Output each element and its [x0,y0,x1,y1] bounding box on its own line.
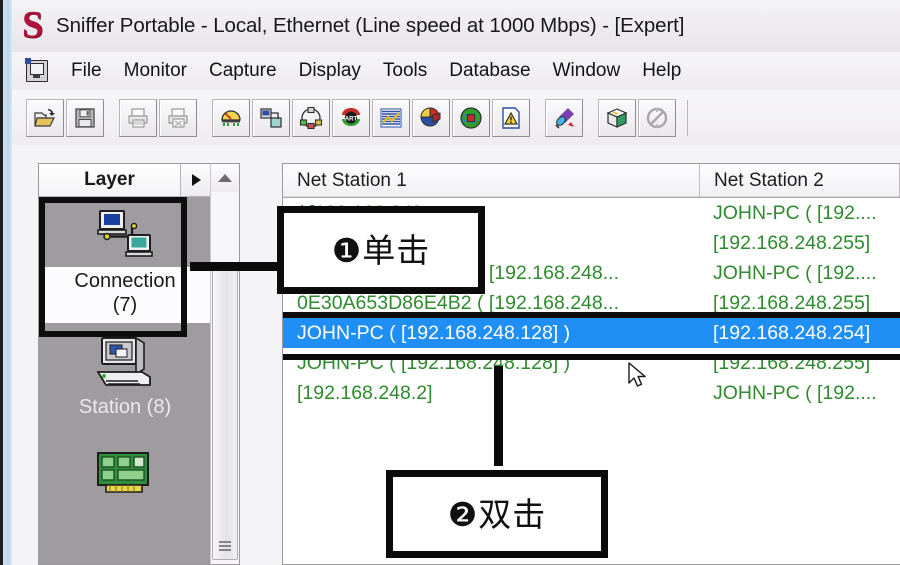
annotation-step-1: ❶单击 [277,206,485,294]
svg-text:ART: ART [345,116,358,122]
capture-start-icon[interactable] [545,98,583,137]
cell-net-station-1: JOHN-PC ( [192.168.248.128] ) [297,351,571,374]
sidebar-connection-text: Connection [74,270,176,292]
protocol-chart-icon[interactable] [372,98,410,137]
toolbar-group-expert: ART [211,98,531,137]
column-header-net-station-1[interactable]: Net Station 1 [283,164,700,197]
open-folder-icon[interactable] [26,98,64,137]
chevron-right-icon[interactable] [181,164,211,196]
expert-book-icon[interactable] [598,98,636,137]
toolbar-group-capture [544,98,584,137]
menu-item-database[interactable]: Database [438,58,541,84]
logo-letter: S [22,4,44,46]
cell-net-station-2: [192.168.248.254] [713,321,871,344]
save-disk-icon[interactable] [66,98,104,137]
toolbar-group-expert-book [597,98,677,137]
table-row[interactable]: JOHN-PC ( [192.168.248.128] ) [192.168.2… [283,348,900,378]
menu-item-window[interactable]: Window [542,58,632,84]
layer-header-label: Layer [39,164,181,196]
cell-net-station-2: [192.168.248.255] [713,231,871,254]
annotation-step-1-text: ❶单击 [331,230,431,270]
layer-header: Layer [39,164,211,197]
toolbar: ART [12,90,900,146]
connector-line-step1-horizontal [190,262,290,271]
monitor-dashboard-icon[interactable] [212,98,250,137]
table-row-selected[interactable]: JOHN-PC ( [192.168.248.128] ) [192.168.2… [283,318,900,348]
stop-capture-icon[interactable] [638,98,676,137]
cell-net-station-1: JOHN-PC ( [192.168.248.128] ) [297,321,571,344]
menu-bar: File Monitor Capture Display Tools Datab… [12,52,900,91]
toolbar-group-file [25,98,105,137]
annotation-step-2-text: ❷双击 [447,494,547,534]
menu-item-help[interactable]: Help [631,58,692,84]
window-glass-border [3,0,12,565]
cell-net-station-2: JOHN-PC ( [192.... [713,201,877,224]
cell-net-station-1: 0E30A653D86E4B2 ( [192.168.248... [297,291,619,314]
cell-net-station-2: [192.168.248.255] [713,351,871,374]
connector-line-step2-vertical [494,366,503,466]
cell-net-station-2: JOHN-PC ( [192.... [713,261,877,284]
print-icon[interactable] [119,98,157,137]
network-card-icon [92,445,158,507]
menu-item-capture[interactable]: Capture [198,58,288,84]
global-statistics-icon[interactable] [452,98,490,137]
sidebar-connection-count: (7) [112,294,138,316]
toolbar-group-print [118,98,198,137]
menu-item-display[interactable]: Display [288,58,372,84]
cell-net-station-2: JOHN-PC ( [192.... [713,381,877,404]
art-globe-icon[interactable]: ART [332,98,370,137]
station-computer-icon [92,333,158,395]
scroll-up-arrow-icon[interactable] [211,164,239,192]
column-header-net-station-2[interactable]: Net Station 2 [700,164,900,197]
application-window: S Sniffer Portable - Local, Ethernet (Li… [0,0,900,565]
host-table-icon[interactable] [252,98,290,137]
sidebar-item-station[interactable]: Station (8) [39,323,211,419]
matrix-icon[interactable] [292,98,330,137]
table-row[interactable]: [192.168.248.2] JOHN-PC ( [192.... [283,378,900,408]
sniffer-logo-icon: S [22,4,48,46]
pie-chart-icon[interactable] [412,98,450,137]
table-header-row: Net Station 1 Net Station 2 [283,164,900,198]
layer-sidebar: Layer Connection (7) Station (8) [38,163,211,565]
sidebar-item-connection[interactable]: Connection (7) [39,197,211,337]
connection-icon [88,205,162,267]
title-bar: S Sniffer Portable - Local, Ethernet (Li… [12,0,900,52]
watermark [859,511,872,556]
cell-net-station-2: [192.168.248.255] [713,291,871,314]
menu-item-monitor[interactable]: Monitor [113,58,198,84]
layer-list: Connection (7) Station (8) [39,197,211,564]
toolbar-empty-area [687,99,900,136]
sidebar-item-connection-label: Connection (7) [39,267,211,323]
sidebar-scroll-thumb[interactable] [212,270,238,560]
sidebar-scrollbar[interactable] [210,163,240,565]
annotation-step-2: ❷双击 [386,470,608,558]
sidebar-item-network-card[interactable] [39,419,211,507]
alarm-warning-icon[interactable] [492,98,530,137]
cell-net-station-1: [192.168.248.2] [297,381,433,404]
menu-item-tools[interactable]: Tools [372,58,438,84]
sidebar-item-station-label: Station (8) [78,396,172,418]
monitor-icon[interactable] [24,58,50,84]
sidebar-scroll-track[interactable] [211,192,239,564]
print-preview-icon[interactable] [159,98,197,137]
window-title: Sniffer Portable - Local, Ethernet (Line… [56,14,685,37]
resize-grip-icon [219,541,231,551]
menu-item-file[interactable]: File [60,58,113,84]
